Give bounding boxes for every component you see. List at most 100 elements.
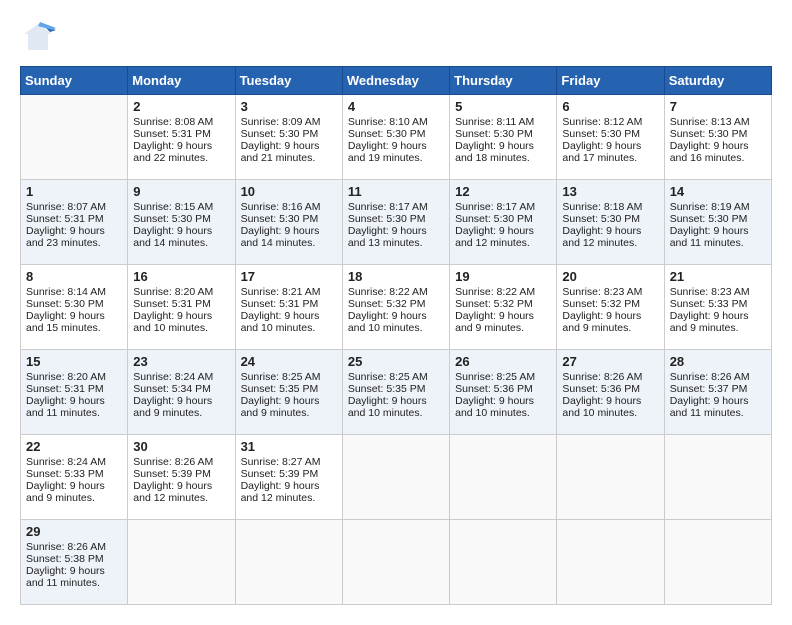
day-content: Sunset: 5:33 PM (670, 298, 766, 310)
day-content: and 13 minutes. (348, 237, 444, 249)
day-content: Sunset: 5:30 PM (562, 128, 658, 140)
day-content: Sunset: 5:31 PM (133, 128, 229, 140)
calendar-cell: 26Sunrise: 8:25 AMSunset: 5:36 PMDayligh… (450, 350, 557, 435)
day-content: Daylight: 9 hours (562, 225, 658, 237)
day-content: Sunset: 5:35 PM (348, 383, 444, 395)
day-content: Sunrise: 8:26 AM (133, 456, 229, 468)
day-content: Sunset: 5:30 PM (670, 213, 766, 225)
day-content: and 11 minutes. (670, 237, 766, 249)
day-number: 22 (26, 439, 122, 454)
day-content: Sunrise: 8:08 AM (133, 116, 229, 128)
day-content: Sunset: 5:32 PM (455, 298, 551, 310)
logo-icon (20, 20, 56, 56)
day-content: Sunrise: 8:23 AM (562, 286, 658, 298)
day-content: Sunrise: 8:25 AM (348, 371, 444, 383)
day-content: and 9 minutes. (133, 407, 229, 419)
day-content: Sunrise: 8:20 AM (26, 371, 122, 383)
day-content: and 12 minutes. (562, 237, 658, 249)
day-content: Daylight: 9 hours (348, 140, 444, 152)
day-number: 26 (455, 354, 551, 369)
day-content: Sunset: 5:30 PM (562, 213, 658, 225)
day-content: Sunrise: 8:09 AM (241, 116, 337, 128)
calendar-cell (342, 435, 449, 520)
day-content: and 10 minutes. (348, 322, 444, 334)
day-content: Sunset: 5:35 PM (241, 383, 337, 395)
day-number: 29 (26, 524, 122, 539)
day-number: 23 (133, 354, 229, 369)
day-content: and 14 minutes. (133, 237, 229, 249)
day-content: and 9 minutes. (670, 322, 766, 334)
day-number: 31 (241, 439, 337, 454)
day-content: Sunset: 5:30 PM (455, 128, 551, 140)
day-number: 20 (562, 269, 658, 284)
day-content: Sunset: 5:32 PM (348, 298, 444, 310)
day-content: Sunset: 5:30 PM (348, 128, 444, 140)
day-content: Sunrise: 8:15 AM (133, 201, 229, 213)
day-content: Daylight: 9 hours (455, 140, 551, 152)
day-number: 27 (562, 354, 658, 369)
calendar-cell: 14Sunrise: 8:19 AMSunset: 5:30 PMDayligh… (664, 180, 771, 265)
day-content: Sunrise: 8:10 AM (348, 116, 444, 128)
day-content: and 10 minutes. (455, 407, 551, 419)
day-content: Daylight: 9 hours (26, 310, 122, 322)
day-content: and 12 minutes. (241, 492, 337, 504)
day-content: Daylight: 9 hours (562, 395, 658, 407)
calendar-cell: 12Sunrise: 8:17 AMSunset: 5:30 PMDayligh… (450, 180, 557, 265)
day-content: Sunset: 5:30 PM (348, 213, 444, 225)
day-content: Daylight: 9 hours (455, 310, 551, 322)
calendar-week-row: 15Sunrise: 8:20 AMSunset: 5:31 PMDayligh… (21, 350, 772, 435)
day-content: Daylight: 9 hours (241, 480, 337, 492)
day-number: 24 (241, 354, 337, 369)
day-content: and 11 minutes. (26, 577, 122, 589)
day-content: Sunrise: 8:26 AM (26, 541, 122, 553)
calendar-cell: 23Sunrise: 8:24 AMSunset: 5:34 PMDayligh… (128, 350, 235, 435)
day-content: Sunset: 5:36 PM (455, 383, 551, 395)
day-number: 9 (133, 184, 229, 199)
calendar-cell: 17Sunrise: 8:21 AMSunset: 5:31 PMDayligh… (235, 265, 342, 350)
day-content: Daylight: 9 hours (241, 395, 337, 407)
day-number: 4 (348, 99, 444, 114)
calendar-cell (128, 520, 235, 605)
day-content: and 17 minutes. (562, 152, 658, 164)
day-content: Sunset: 5:30 PM (670, 128, 766, 140)
calendar-cell: 25Sunrise: 8:25 AMSunset: 5:35 PMDayligh… (342, 350, 449, 435)
day-content: and 10 minutes. (241, 322, 337, 334)
day-content: Sunset: 5:30 PM (133, 213, 229, 225)
calendar-cell (664, 435, 771, 520)
day-content: Daylight: 9 hours (562, 140, 658, 152)
day-content: Daylight: 9 hours (562, 310, 658, 322)
calendar-cell: 21Sunrise: 8:23 AMSunset: 5:33 PMDayligh… (664, 265, 771, 350)
day-number: 15 (26, 354, 122, 369)
day-content: Daylight: 9 hours (348, 395, 444, 407)
day-content: Daylight: 9 hours (670, 140, 766, 152)
calendar-cell: 31Sunrise: 8:27 AMSunset: 5:39 PMDayligh… (235, 435, 342, 520)
day-header-thursday: Thursday (450, 67, 557, 95)
day-content: Daylight: 9 hours (133, 480, 229, 492)
day-content: Sunrise: 8:23 AM (670, 286, 766, 298)
day-content: and 22 minutes. (133, 152, 229, 164)
calendar-cell (664, 520, 771, 605)
day-content: Daylight: 9 hours (670, 225, 766, 237)
calendar-cell: 13Sunrise: 8:18 AMSunset: 5:30 PMDayligh… (557, 180, 664, 265)
day-content: Sunset: 5:30 PM (241, 213, 337, 225)
day-number: 17 (241, 269, 337, 284)
day-content: and 11 minutes. (670, 407, 766, 419)
calendar-cell: 2Sunrise: 8:08 AMSunset: 5:31 PMDaylight… (128, 95, 235, 180)
day-content: Sunset: 5:39 PM (241, 468, 337, 480)
day-content: Daylight: 9 hours (26, 395, 122, 407)
day-number: 3 (241, 99, 337, 114)
day-content: Sunrise: 8:12 AM (562, 116, 658, 128)
day-content: Sunrise: 8:24 AM (26, 456, 122, 468)
day-content: Sunset: 5:33 PM (26, 468, 122, 480)
day-content: Daylight: 9 hours (26, 565, 122, 577)
day-content: Sunset: 5:31 PM (26, 383, 122, 395)
day-content: Daylight: 9 hours (455, 225, 551, 237)
day-content: Sunset: 5:39 PM (133, 468, 229, 480)
day-header-wednesday: Wednesday (342, 67, 449, 95)
calendar-cell: 7Sunrise: 8:13 AMSunset: 5:30 PMDaylight… (664, 95, 771, 180)
day-content: Daylight: 9 hours (26, 480, 122, 492)
calendar-week-row: 29Sunrise: 8:26 AMSunset: 5:38 PMDayligh… (21, 520, 772, 605)
day-content: and 21 minutes. (241, 152, 337, 164)
calendar-cell (557, 435, 664, 520)
day-content: Sunrise: 8:26 AM (670, 371, 766, 383)
